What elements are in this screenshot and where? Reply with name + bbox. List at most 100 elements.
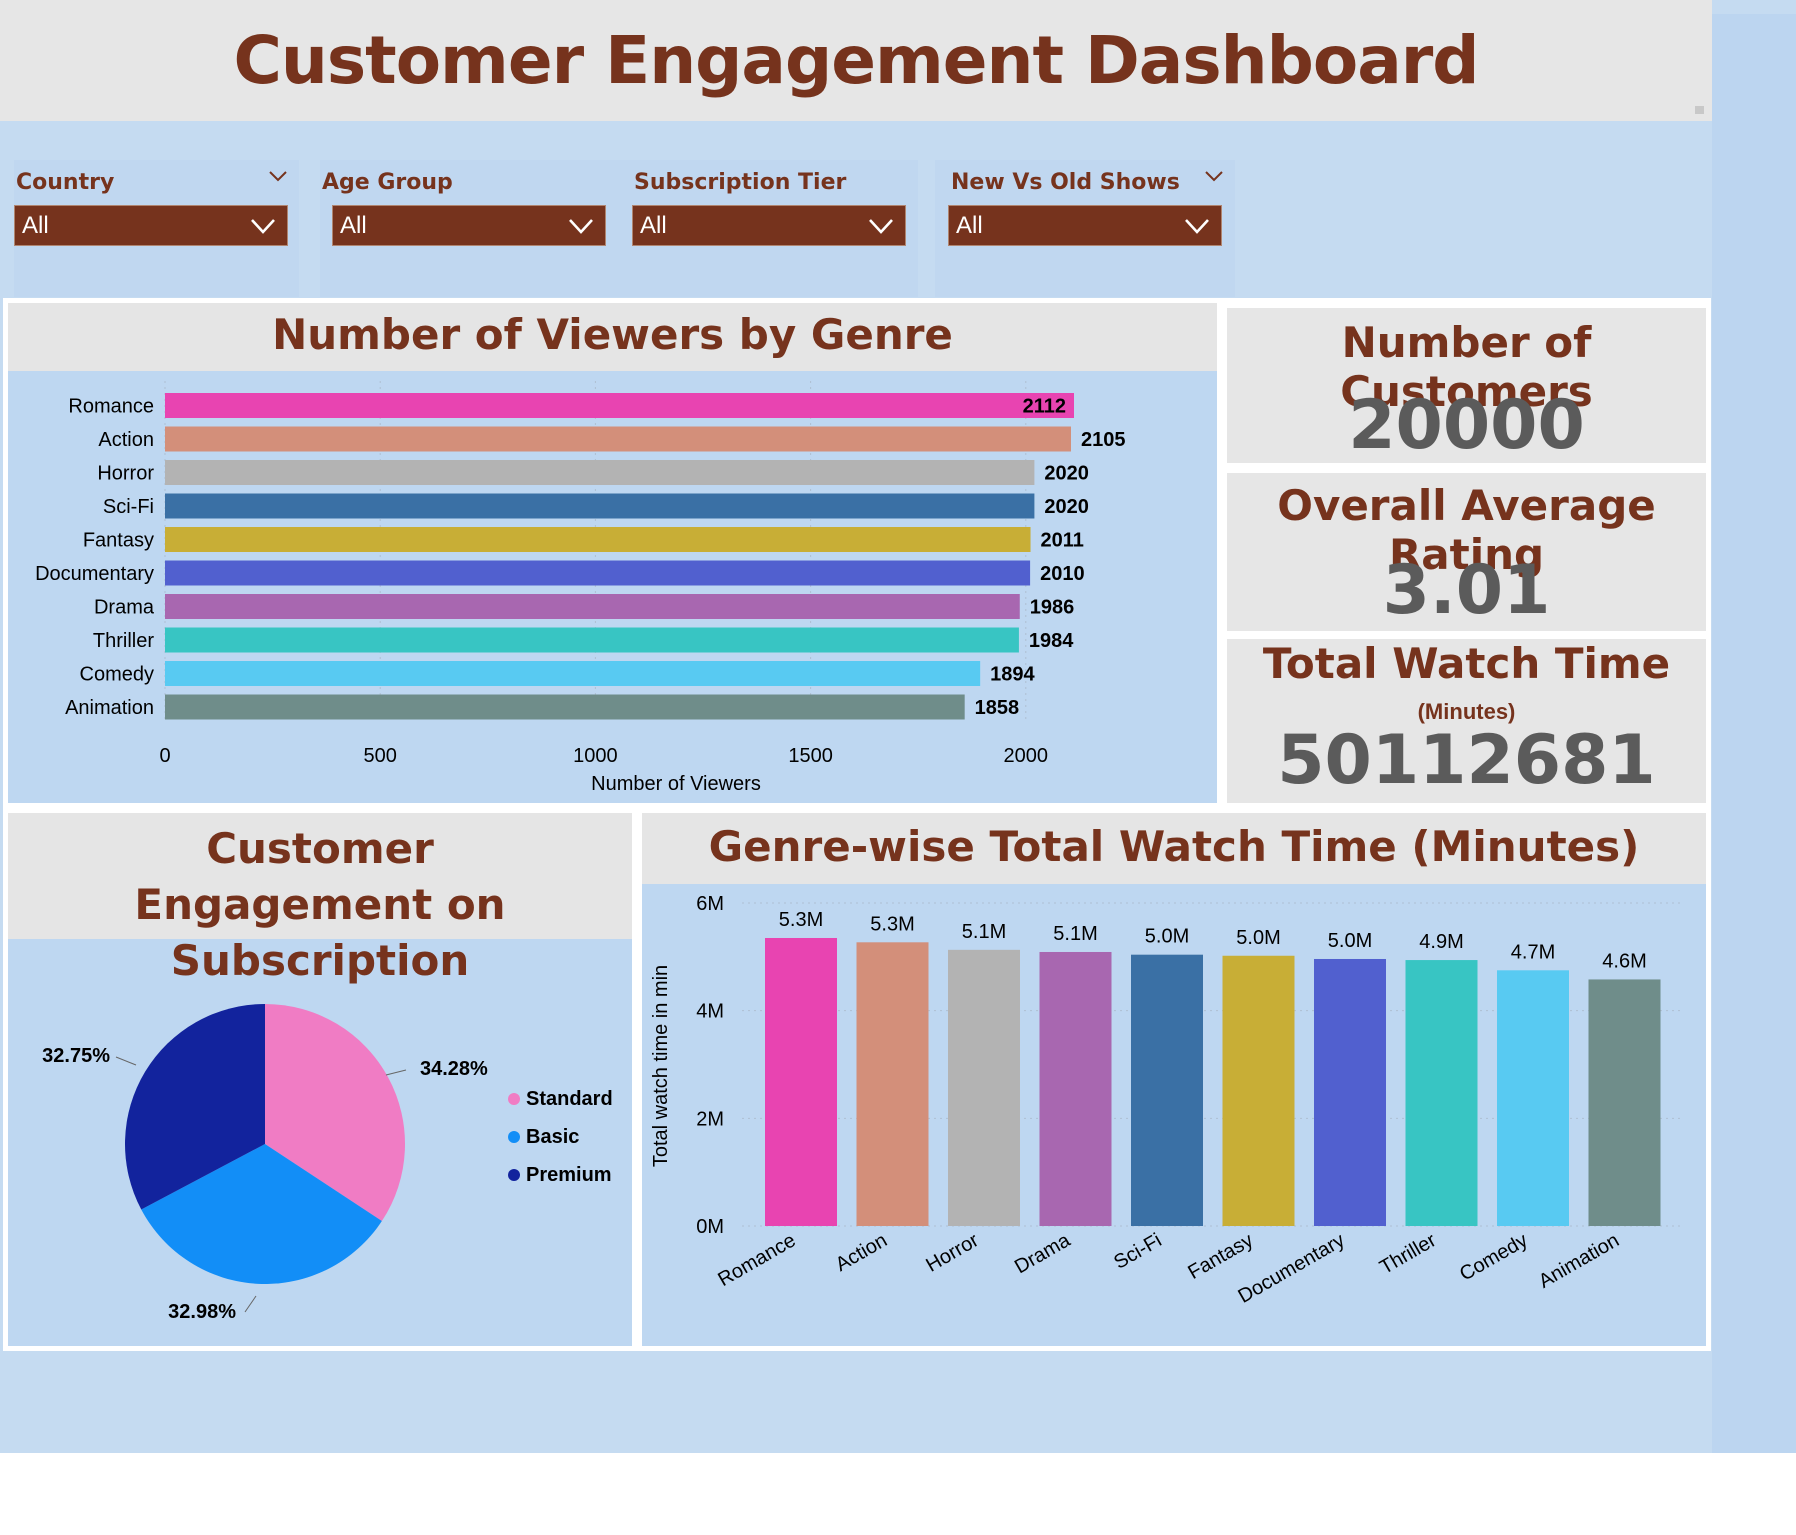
slicer-label-age-group: Age Group [322, 170, 453, 195]
pie-data-label: 32.98% [168, 1301, 236, 1323]
slicer-group: Age Group All Subscription Tier All [320, 160, 918, 297]
genre-bar [165, 694, 965, 720]
bar-data-label: 1894 [990, 664, 1035, 686]
y-tick-label: Action [98, 429, 154, 451]
y-tick-label: 2M [696, 1108, 724, 1130]
right-margin-strip [1712, 14, 1796, 1453]
rating-card: Overall Average Rating 3.01 [1227, 473, 1706, 631]
bar-data-label: 4.6M [1602, 950, 1646, 972]
bar-data-label: 4.9M [1419, 931, 1463, 953]
y-axis-title: Total watch time in min [650, 965, 672, 1167]
x-axis-title: Number of Viewers [591, 773, 761, 795]
subscription-pie-chart: 34.28% 32.98% 32.75% Standard Basic Premium [42, 1004, 613, 1323]
watch-time-bar [1314, 958, 1386, 1226]
chevron-down-icon [869, 219, 893, 234]
watch-time-bar [1039, 951, 1112, 1226]
legend-marker [508, 1169, 520, 1181]
legend-marker [508, 1131, 520, 1143]
bar-data-label: 5.0M [1236, 927, 1280, 949]
genre-bar [165, 393, 1074, 418]
legend-label: Standard [526, 1088, 613, 1110]
bar-data-label: 2020 [1044, 496, 1089, 518]
bar-data-label: 5.3M [870, 913, 914, 935]
chevron-down-icon[interactable] [1203, 168, 1225, 184]
y-tick-label: Drama [94, 597, 155, 619]
y-tick-label: Sci-Fi [103, 496, 154, 518]
resize-handle[interactable] [1695, 106, 1704, 114]
genre-bar [165, 594, 1020, 619]
subscription-panel: Customer Engagement on Subscription 34.2… [3, 808, 637, 1351]
customers-value: 20000 [1348, 386, 1585, 465]
legend-label: Basic [526, 1126, 579, 1148]
title-bar: Customer Engagement Dashboard [0, 0, 1712, 121]
rating-value: 3.01 [1382, 551, 1551, 630]
x-tick-label: 0 [159, 745, 170, 767]
y-tick-label: Thriller [93, 630, 154, 652]
x-tick-label: 500 [364, 745, 397, 767]
chevron-down-icon[interactable] [267, 168, 289, 184]
bar-data-label: 1986 [1030, 597, 1075, 619]
country-dropdown-value: All [22, 211, 49, 239]
bar-data-label: 4.7M [1511, 941, 1555, 963]
x-tick-label: Thriller [1376, 1229, 1440, 1279]
genre-bar [165, 661, 981, 686]
subscription-tier-dropdown[interactable]: All [632, 205, 906, 246]
y-tick-label: Comedy [80, 664, 154, 686]
age-group-dropdown-value: All [340, 211, 367, 239]
customers-card: Number of Customers 20000 [1227, 308, 1706, 465]
genre-bar [165, 426, 1071, 452]
bar-data-label: 5.1M [1053, 923, 1097, 945]
y-tick-label: Fantasy [83, 530, 154, 552]
x-tick-label: Romance [714, 1229, 799, 1291]
viewers-chart-title: Number of Viewers by Genre [272, 310, 953, 359]
watch-time-bar [1497, 970, 1569, 1226]
x-tick-label: Comedy [1456, 1229, 1532, 1285]
age-group-dropdown[interactable]: All [332, 205, 606, 246]
viewers-by-genre-panel: Number of Viewers by Genre 0 500 1000 1500 2… [3, 298, 1222, 808]
chevron-down-icon [251, 219, 275, 234]
watch-time-bar [948, 949, 1020, 1226]
chevron-down-icon [569, 219, 593, 234]
legend-marker [508, 1093, 520, 1105]
pie-data-label: 32.75% [42, 1045, 110, 1067]
y-tick-label: Documentary [35, 563, 154, 585]
x-tick-label: 1000 [573, 745, 618, 767]
genre-bar [165, 627, 1019, 653]
watch-time-value: 50112681 [1277, 721, 1656, 800]
watch-time-title: Total Watch Time [1262, 639, 1671, 688]
country-dropdown[interactable]: All [14, 205, 288, 246]
x-tick-label: Horror [922, 1229, 982, 1277]
subscription-panel-header: Customer Engagement on Subscription [8, 813, 632, 985]
bar-data-label: 1858 [975, 697, 1020, 719]
genre-bar [165, 493, 1035, 519]
x-tick-label: Animation [1535, 1229, 1623, 1293]
viewers-bar-chart: 0 500 1000 1500 2000 Romance 2112 Action 2105 Hor… [35, 381, 1125, 795]
genre-bar [165, 460, 1035, 485]
watch-time-bar [1405, 960, 1478, 1226]
watch-time-card: Total Watch Time (Minutes) 50112681 [1227, 639, 1706, 803]
genre-bar [165, 560, 1031, 586]
x-tick-label: Drama [1011, 1229, 1075, 1278]
pie-leader-line [244, 1295, 257, 1313]
bar-data-label: 2011 [1041, 530, 1084, 552]
watch-time-chart-title: Genre-wise Total Watch Time (Minutes) [708, 822, 1640, 871]
bar-data-label: 5.3M [779, 909, 823, 931]
pie-leader-line [385, 1069, 407, 1076]
bar-data-label: 5.0M [1328, 930, 1372, 952]
pie-data-label: 34.28% [420, 1058, 488, 1080]
kpi-panel: Number of Customers 20000 Overall Averag… [1217, 298, 1711, 808]
watch-time-bar-chart: 0M 2M 4M 6M Total watch time in min 5.3M Roman… [650, 893, 1682, 1308]
watch-time-bar [1222, 955, 1295, 1226]
bar-data-label: 5.0M [1145, 926, 1189, 948]
y-tick-label: Animation [65, 697, 154, 719]
new-vs-old-dropdown[interactable]: All [948, 205, 1222, 246]
slicer-label-country: Country [16, 170, 115, 195]
y-tick-label: 0M [696, 1216, 724, 1238]
watch-time-bar [1588, 979, 1661, 1226]
x-tick-label: Action [832, 1229, 891, 1276]
watch-time-bar [765, 937, 837, 1226]
slicer-label-new-vs-old: New Vs Old Shows [951, 170, 1180, 195]
bar-data-label: 1984 [1029, 630, 1074, 652]
genre-bar [165, 527, 1031, 552]
watch-time-panel-header: Genre-wise Total Watch Time (Minutes) [642, 813, 1706, 884]
